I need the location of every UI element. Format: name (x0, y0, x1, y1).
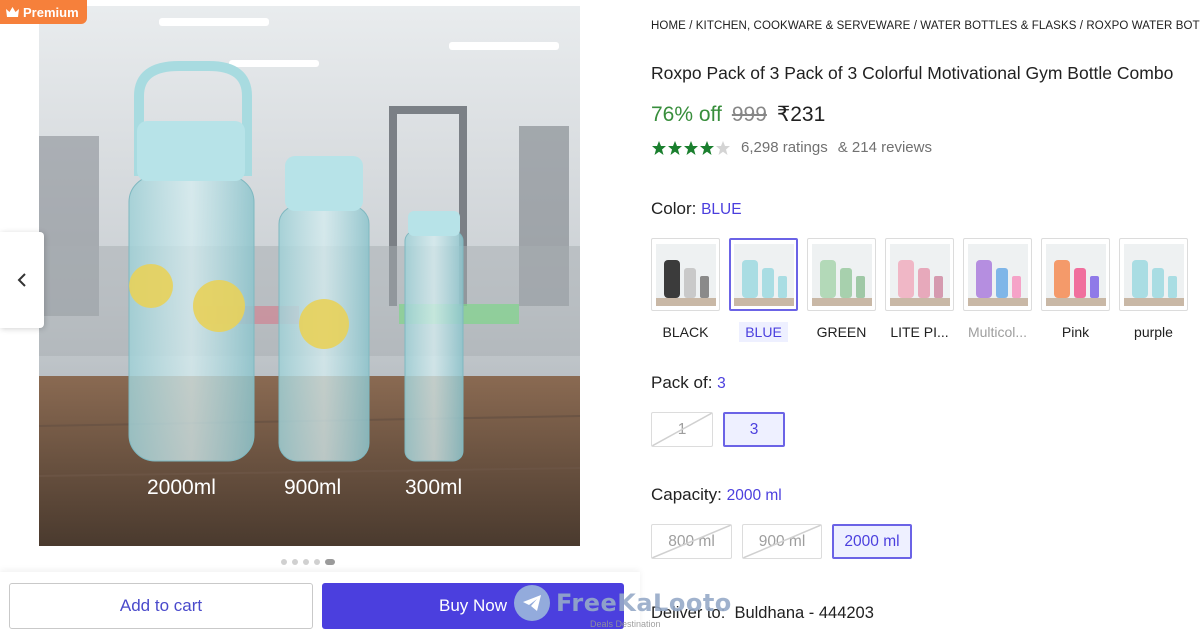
swatch-thumbnail (885, 238, 954, 311)
color-swatch[interactable]: Pink (1041, 238, 1110, 342)
premium-badge: Premium (0, 0, 87, 24)
color-label: Color: (651, 199, 697, 218)
swatch-thumbnail (651, 238, 720, 311)
label-300ml: 300ml (405, 476, 462, 499)
option-label: 3 (749, 420, 759, 438)
color-heading: Color: BLUE (651, 199, 742, 219)
price-row: 76% off 999 ₹231 (651, 102, 825, 127)
product-title: Roxpo Pack of 3 Pack of 3 Colorful Motiv… (651, 63, 1174, 83)
label-2000ml: 2000ml (147, 476, 216, 499)
premium-label: Premium (23, 4, 79, 20)
option-chip[interactable]: 800 ml (651, 524, 732, 559)
reviews-count: & 214 reviews (837, 139, 932, 156)
carousel-dot[interactable] (281, 559, 287, 565)
selling-price: ₹231 (776, 103, 826, 126)
pack-heading: Pack of: 3 (651, 373, 726, 393)
mrp-price: 999 (731, 103, 767, 126)
ratings-count: 6,298 ratings (741, 139, 828, 156)
watermark-subtext: Deals Destination (590, 619, 661, 629)
swatch-label: BLUE (739, 322, 788, 342)
star-filled-icon (652, 140, 666, 155)
color-swatch[interactable]: GREEN (807, 238, 876, 342)
chevron-left-icon (17, 273, 26, 287)
breadcrumb[interactable]: HOME / KITCHEN, COOKWARE & SERVEWARE / W… (651, 20, 1200, 32)
pack-options: 13 (651, 412, 785, 447)
color-swatches: BLACK BLUE GREEN LITE PI... Multicol... Pink p… (651, 238, 1188, 342)
star-filled-icon (700, 140, 714, 155)
rating-row[interactable]: 6,298 ratings & 214 reviews (651, 139, 932, 156)
pack-label: Pack of: (651, 373, 713, 392)
star-empty-icon (716, 140, 730, 155)
swatch-thumbnail (963, 238, 1032, 311)
add-to-cart-button[interactable]: Add to cart (9, 583, 313, 629)
watermark: FreeKaLooto (514, 585, 732, 621)
color-swatch[interactable]: BLUE (729, 238, 798, 342)
carousel-dot[interactable] (303, 559, 309, 565)
unavailable-strike-icon (652, 413, 712, 446)
pack-value: 3 (717, 375, 726, 392)
carousel-dot[interactable] (314, 559, 320, 565)
swatch-label: Multicol... (967, 324, 1028, 340)
bottles-photo: 2000ml 900ml 300ml (39, 6, 580, 546)
option-chip[interactable]: 2000 ml (832, 524, 912, 559)
carousel-dot[interactable] (292, 559, 298, 565)
watermark-text: FreeKaLooto (556, 589, 732, 617)
swatch-thumbnail (1041, 238, 1110, 311)
product-image[interactable]: 2000ml 900ml 300ml (39, 6, 580, 546)
color-value: BLUE (701, 201, 742, 218)
crown-icon (6, 6, 19, 17)
product-info: HOME / KITCHEN, COOKWARE & SERVEWARE / W… (651, 0, 1200, 629)
color-swatch[interactable]: LITE PI... (885, 238, 954, 342)
delivery-location: Buldhana - 444203 (734, 604, 874, 622)
unavailable-strike-icon (652, 525, 731, 558)
color-swatch[interactable]: purple (1119, 238, 1188, 342)
capacity-heading: Capacity: 2000 ml (651, 485, 782, 505)
swatch-thumbnail (1119, 238, 1188, 311)
star-filled-icon (684, 140, 698, 155)
option-label: 2000 ml (844, 532, 900, 550)
swatch-label: purple (1134, 324, 1173, 340)
capacity-value: 2000 ml (726, 487, 782, 504)
option-chip[interactable]: 1 (651, 412, 713, 447)
telegram-icon (514, 585, 550, 621)
unavailable-strike-icon (743, 525, 821, 558)
swatch-thumbnail (807, 238, 876, 311)
swatch-thumbnail (729, 238, 798, 311)
capacity-options: 800 ml 900 ml 2000 ml (651, 524, 912, 559)
star-filled-icon (668, 140, 682, 155)
image-carousel-dots (281, 559, 335, 565)
swatch-label: LITE PI... (890, 324, 949, 340)
color-swatch[interactable]: BLACK (651, 238, 720, 342)
star-rating (651, 140, 731, 156)
option-chip[interactable]: 900 ml (742, 524, 822, 559)
swatch-label: Pink (1061, 324, 1090, 340)
color-swatch[interactable]: Multicol... (963, 238, 1032, 342)
label-900ml: 900ml (284, 476, 341, 499)
previous-image-button[interactable] (0, 232, 44, 328)
capacity-label: Capacity: (651, 485, 722, 504)
discount-percent: 76% off (651, 103, 722, 126)
carousel-dot-active[interactable] (325, 559, 335, 565)
option-chip[interactable]: 3 (723, 412, 785, 447)
swatch-label: BLACK (662, 324, 709, 340)
swatch-label: GREEN (816, 324, 867, 340)
